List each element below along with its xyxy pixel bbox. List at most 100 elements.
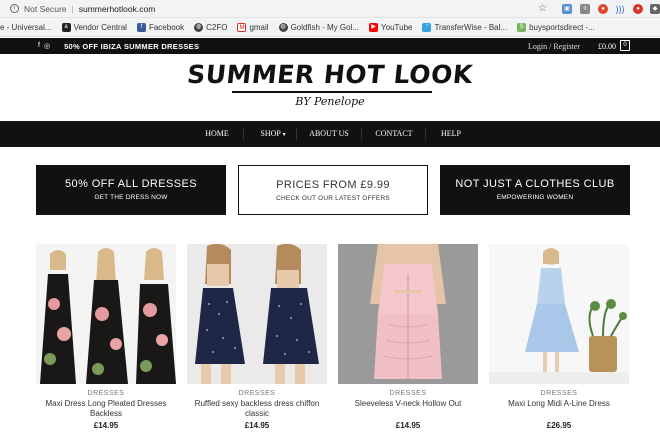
nav-divider — [296, 128, 297, 140]
extension-icon[interactable]: ◆ — [650, 4, 660, 14]
globe-icon: ◍ — [194, 22, 204, 32]
banner-title: 50% OFF ALL DRESSES — [65, 178, 197, 190]
divider: | — [71, 3, 74, 14]
product-card[interactable]: DRESSES Maxi Dress Long Pleated Dresses … — [36, 244, 176, 419]
product-price: £14.95 — [395, 421, 421, 430]
facebook-icon[interactable]: f — [38, 42, 40, 50]
extension-icon[interactable]: ⌾ — [580, 4, 590, 14]
nav-home[interactable]: HOME — [196, 121, 238, 147]
bookmark-label: gmail — [249, 22, 269, 32]
product-image[interactable] — [36, 244, 176, 384]
product-category[interactable]: DRESSES — [36, 390, 176, 397]
bookmark-item[interactable]: S buysportsdirect -... — [517, 22, 595, 32]
gmail-icon: M — [237, 22, 247, 32]
bookmark-label: TransferWise - Bal... — [434, 22, 508, 32]
bookmark-item[interactable]: a Vendor Central — [61, 22, 127, 32]
top-bar: f ◎ 50% OFF IBIZA SUMMER DRESSES Login /… — [0, 38, 660, 54]
nav-label: ABOUT US — [309, 129, 349, 138]
bookmark-label: Goldfish - My Gol... — [290, 22, 360, 32]
bookmark-item[interactable]: e - Universal... — [0, 23, 52, 32]
info-icon[interactable]: i — [10, 4, 19, 13]
bookmark-item[interactable]: ▶ YouTube — [369, 22, 413, 32]
product-name[interactable]: Maxi Long Midi A-Line Dress — [489, 399, 629, 409]
address-bar[interactable]: i Not Secure | summerhotlook.com ☆ ▣ ⌾ ●… — [0, 0, 660, 18]
security-label: Not Secure — [24, 3, 67, 14]
wifi-icon[interactable]: ))) — [615, 4, 625, 14]
product-price: £26.95 — [546, 421, 572, 430]
logo-underline — [232, 91, 432, 93]
nav-divider — [425, 128, 426, 140]
instagram-icon[interactable]: ◎ — [44, 42, 50, 50]
bookmark-label: buysportsdirect -... — [529, 22, 595, 32]
banner-subtitle: EMPOWERING WOMEN — [496, 194, 574, 201]
promo-banner[interactable]: PRICES FROM £9.99 CHECK OUT OUR LATEST O… — [238, 165, 428, 215]
product-card[interactable]: DRESSES Ruffled sexy backless dress chif… — [187, 244, 327, 419]
banner-title: PRICES FROM £9.99 — [276, 179, 390, 191]
product-price: £14.95 — [93, 421, 119, 430]
pink-dress-image — [338, 244, 478, 384]
product-image[interactable] — [489, 244, 629, 384]
product-card[interactable]: DRESSES Sleeveless V-neck Hollow Out — [338, 244, 478, 409]
bookmarks-bar: e - Universal... a Vendor Central f Face… — [0, 18, 660, 37]
nav-divider — [361, 128, 362, 140]
chevron-down-icon: ▾ — [282, 132, 286, 138]
globe-icon: ◍ — [278, 22, 288, 32]
product-image[interactable] — [187, 244, 327, 384]
promo-banner[interactable]: NOT JUST A CLOTHES CLUB EMPOWERING WOMEN — [440, 165, 630, 215]
nav-about-us[interactable]: ABOUT US — [303, 121, 355, 147]
logo-title[interactable]: SUMMER HOT LOOK — [0, 60, 660, 89]
banner-subtitle: GET THE DRESS NOW — [94, 194, 168, 201]
promo-banner[interactable]: 50% OFF ALL DRESSES GET THE DRESS NOW — [36, 165, 226, 215]
cart-bag-icon[interactable]: 0 — [620, 40, 630, 51]
banner-subtitle: CHECK OUT OUR LATEST OFFERS — [276, 195, 390, 202]
main-nav: HOME SHOP ▾ ABOUT US CONTACT HELP — [0, 121, 660, 147]
bookmark-item[interactable]: M gmail — [237, 22, 269, 32]
nav-label: HELP — [441, 129, 461, 138]
bookmark-label: Vendor Central — [73, 22, 127, 32]
product-card[interactable]: DRESSES Maxi Long Midi A-Line Dress — [489, 244, 629, 409]
extension-icon[interactable]: ● — [633, 4, 643, 14]
product-price: £14.95 — [244, 421, 270, 430]
transferwise-icon: ⁷ — [422, 22, 432, 32]
nav-contact[interactable]: CONTACT — [369, 121, 419, 147]
bookmark-item[interactable]: f Facebook — [136, 22, 185, 32]
bookmark-label: YouTube — [381, 22, 413, 32]
product-category[interactable]: DRESSES — [187, 390, 327, 397]
blue-midi-dress-image — [489, 244, 629, 384]
nav-shop[interactable]: SHOP ▾ — [250, 121, 296, 147]
nav-label: HOME — [205, 129, 229, 138]
url-text[interactable]: summerhotlook.com — [79, 4, 156, 14]
product-name[interactable]: Ruffled sexy backless dress chiffon clas… — [187, 399, 327, 419]
shopify-icon: S — [517, 22, 527, 32]
product-image[interactable] — [338, 244, 478, 384]
bookmark-label: C2FO — [206, 22, 228, 32]
bookmark-label: e - Universal... — [0, 22, 52, 32]
cart-amount[interactable]: £0.00 — [598, 42, 616, 51]
nav-label: SHOP — [260, 129, 281, 138]
nav-divider — [243, 128, 244, 140]
product-category[interactable]: DRESSES — [489, 390, 629, 397]
bookmark-label: Facebook — [148, 22, 185, 32]
banner-title: NOT JUST A CLOTHES CLUB — [455, 178, 615, 190]
polka-dress-image — [187, 244, 327, 384]
bookmark-item[interactable]: ◍ C2FO — [194, 22, 228, 32]
product-category[interactable]: DRESSES — [338, 390, 478, 397]
facebook-icon: f — [136, 22, 146, 32]
login-register-link[interactable]: Login / Register — [528, 42, 580, 51]
floral-dress-image — [36, 244, 176, 384]
extension-icon[interactable]: ● — [598, 4, 608, 14]
cart-count: 0 — [623, 42, 627, 48]
logo-subtitle: BY Penelope — [295, 95, 365, 108]
bookmark-item[interactable]: ◍ Goldfish - My Gol... — [278, 22, 360, 32]
youtube-icon: ▶ — [369, 22, 379, 32]
bookmark-item[interactable]: ⁷ TransferWise - Bal... — [422, 22, 508, 32]
promo-text[interactable]: 50% OFF IBIZA SUMMER DRESSES — [64, 42, 199, 51]
product-name[interactable]: Sleeveless V-neck Hollow Out — [338, 399, 478, 409]
amazon-icon: a — [61, 22, 71, 32]
social-links: f ◎ — [38, 42, 50, 50]
nav-help[interactable]: HELP — [433, 121, 469, 147]
extension-icon[interactable]: ▣ — [562, 4, 572, 14]
product-name[interactable]: Maxi Dress Long Pleated Dresses Backless — [36, 399, 176, 419]
nav-label: CONTACT — [375, 129, 413, 138]
star-icon[interactable]: ☆ — [538, 3, 547, 14]
